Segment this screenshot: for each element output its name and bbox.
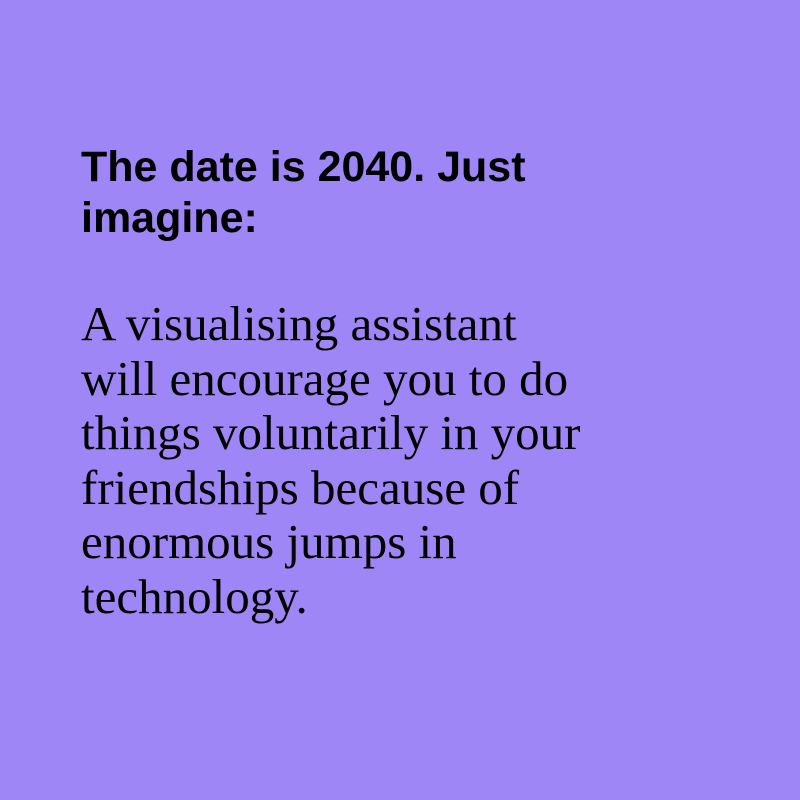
body-text: A visualising assistant will encourage y…: [81, 296, 721, 624]
body-line: technology.: [81, 568, 308, 624]
body-line: will encourage you to do: [81, 350, 569, 406]
body-line: things voluntarily in your: [81, 405, 581, 460]
headline: The date is 2040. Just imagine:: [81, 142, 701, 244]
headline-line: The date is 2040. Just: [81, 143, 526, 191]
body-line: A visualising assistant: [81, 296, 517, 351]
headline-line: imagine:: [81, 194, 258, 242]
body-line: friendships because of: [81, 459, 520, 515]
body-line: enormous jumps in: [81, 514, 457, 569]
quote-card: The date is 2040. Just imagine: A visual…: [0, 0, 800, 800]
